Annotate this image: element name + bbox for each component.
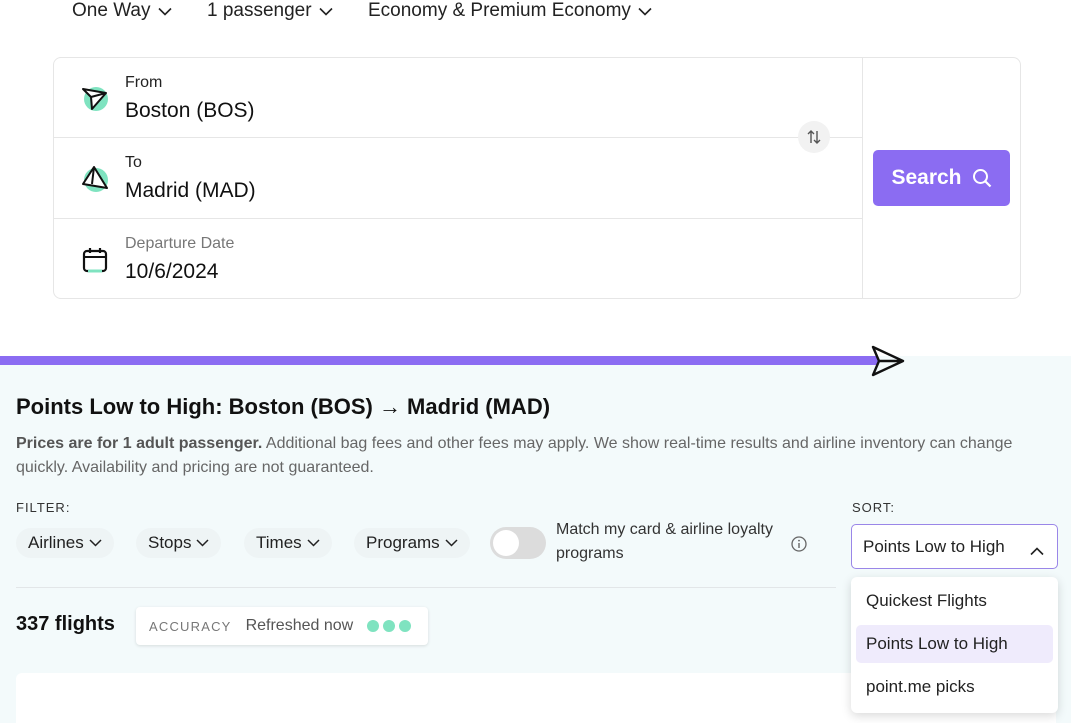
sort-option-quickest[interactable]: Quickest Flights [856, 582, 1053, 620]
search-button[interactable]: Search [873, 150, 1010, 206]
accuracy-status: Refreshed now [245, 617, 354, 634]
disclaimer-bold: Prices are for 1 adult passenger. [16, 435, 263, 452]
departure-plane-icon [80, 84, 110, 114]
sort-option-pointme-picks[interactable]: point.me picks [856, 668, 1053, 706]
filter-airlines[interactable]: Airlines [16, 528, 114, 558]
trip-type-dropdown[interactable]: One Way [72, 0, 172, 22]
chevron-down-icon [307, 539, 320, 547]
sort-dropdown-menu: Quickest Flights Points Low to High poin… [851, 577, 1058, 713]
filter-stops-label: Stops [148, 533, 192, 552]
from-field[interactable]: From Boston (BOS) [54, 58, 863, 138]
accuracy-label: ACCURACY [149, 618, 232, 634]
toggle-knob [493, 530, 519, 556]
search-icon [972, 169, 991, 188]
search-fields: From Boston (BOS) To Madrid (MAD) Depart… [54, 58, 863, 298]
paper-plane-icon [870, 344, 906, 378]
chevron-down-icon [89, 539, 102, 547]
results-disclaimer: Prices are for 1 adult passenger. Additi… [16, 432, 1046, 480]
departure-date-field[interactable]: Departure Date 10/6/2024 [54, 219, 863, 299]
to-value: Madrid (MAD) [125, 179, 256, 202]
chevron-up-icon [1030, 541, 1044, 561]
cabin-label: Economy & Premium Economy [368, 0, 631, 21]
match-programs-label: Match my card & airline loyalty programs [556, 521, 773, 562]
sort-label: SORT: [852, 500, 896, 515]
to-label: To [125, 154, 142, 171]
calendar-icon [80, 245, 110, 275]
search-card: From Boston (BOS) To Madrid (MAD) Depart… [53, 57, 1021, 299]
date-label: Departure Date [125, 235, 235, 252]
chevron-down-icon [445, 539, 458, 547]
results-title: Points Low to High: Boston (BOS) → Madri… [16, 394, 551, 419]
swap-button[interactable] [798, 121, 830, 153]
filter-times[interactable]: Times [244, 528, 332, 558]
divider [16, 587, 836, 588]
accuracy-badge: ACCURACY Refreshed now [136, 607, 428, 645]
trip-type-label: One Way [72, 0, 151, 21]
filter-airlines-label: Airlines [28, 533, 84, 552]
flight-count: 337 flights [16, 613, 115, 635]
date-value: 10/6/2024 [125, 260, 219, 283]
sort-option-points-low-high[interactable]: Points Low to High [856, 625, 1053, 663]
filter-programs-label: Programs [366, 533, 440, 552]
arrival-plane-icon [80, 164, 110, 194]
filter-programs[interactable]: Programs [354, 528, 470, 558]
swap-icon [807, 130, 821, 144]
cabin-dropdown[interactable]: Economy & Premium Economy [368, 0, 652, 22]
to-field[interactable]: To Madrid (MAD) [54, 138, 863, 219]
chevron-down-icon [196, 539, 210, 547]
filter-label: FILTER: [16, 500, 71, 515]
from-value: Boston (BOS) [125, 99, 255, 122]
chevron-down-icon [638, 7, 652, 16]
match-programs-toggle[interactable] [490, 527, 546, 559]
filter-times-label: Times [256, 533, 302, 552]
search-button-label: Search [891, 166, 962, 189]
loading-dots-icon [367, 620, 412, 632]
from-label: From [125, 74, 163, 91]
passengers-dropdown[interactable]: 1 passenger [207, 0, 333, 22]
chevron-down-icon [157, 7, 172, 16]
chevron-down-icon [319, 7, 333, 16]
search-progress-bar [0, 356, 878, 365]
sort-select[interactable]: Points Low to High [851, 524, 1058, 569]
sort-selected-value: Points Low to High [863, 536, 1005, 556]
passengers-label: 1 passenger [207, 0, 312, 21]
filter-stops[interactable]: Stops [136, 528, 222, 558]
info-icon[interactable] [791, 536, 807, 552]
